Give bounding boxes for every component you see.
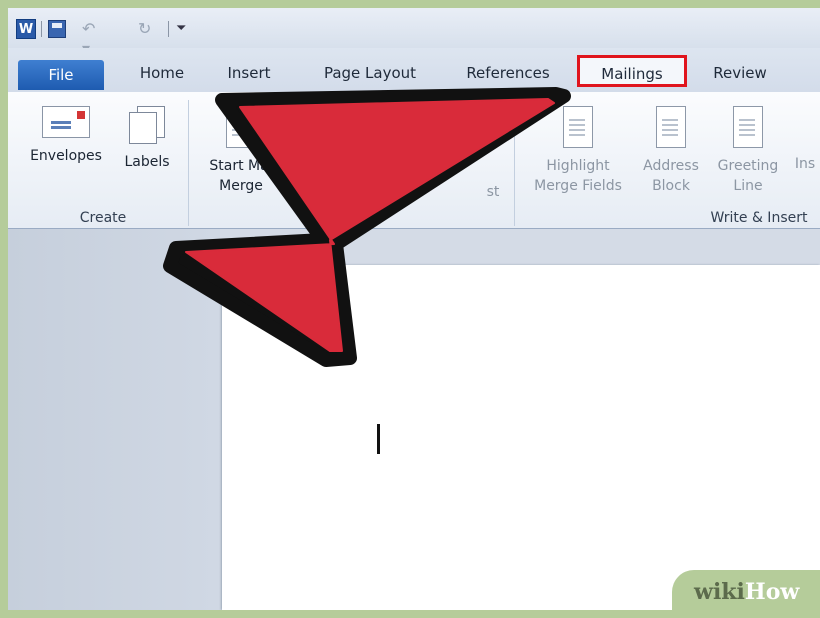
address-label-line1: Address	[643, 158, 699, 174]
start-mail-merge-button[interactable]: Start Mai Merge	[198, 106, 284, 196]
undo-icon[interactable]: ↶ ▾	[82, 19, 108, 58]
word-window: W ↶ ▾ ↻ ⏷ File Home Insert Page Layout R…	[8, 8, 820, 610]
address-block-icon	[656, 106, 686, 148]
address-block-button[interactable]: Address Block	[636, 106, 706, 196]
write-insert-group-label: Write & Insert	[710, 210, 808, 226]
start-mail-merge-label-line2: Merge	[219, 178, 263, 194]
recipient-list-partial-label: st	[486, 184, 500, 200]
ribbon: Envelopes Labels Create Start Mai Merge …	[8, 92, 820, 229]
tab-insert[interactable]: Insert	[220, 61, 278, 85]
insert-merge-field-partial-label[interactable]: Ins	[790, 154, 820, 174]
highlight-merge-fields-button[interactable]: Highlight Merge Fields	[520, 106, 636, 196]
labels-icon	[129, 106, 165, 144]
highlight-merge-fields-icon	[563, 106, 593, 148]
tab-references[interactable]: References	[458, 61, 558, 85]
group-separator	[188, 100, 189, 226]
create-group-label: Create	[79, 210, 127, 226]
greeting-label-line2: Line	[733, 178, 763, 194]
tab-home[interactable]: Home	[130, 61, 194, 85]
greeting-label-line1: Greeting	[717, 158, 779, 174]
tab-review[interactable]: Review	[704, 61, 776, 85]
wikihow-watermark: wikiHow	[672, 570, 820, 610]
watermark-wiki: wiki	[694, 579, 745, 605]
tab-file[interactable]: File	[18, 60, 104, 90]
labels-button[interactable]: Labels	[118, 106, 176, 172]
watermark-how: How	[744, 579, 800, 605]
greeting-line-button[interactable]: Greeting Line	[710, 106, 786, 196]
labels-label: Labels	[124, 154, 170, 170]
highlight-label-line1: Highlight	[546, 158, 610, 174]
envelopes-label: Envelopes	[30, 148, 102, 164]
redo-icon[interactable]: ↻	[138, 19, 156, 39]
group-separator	[514, 100, 515, 226]
text-cursor	[377, 424, 380, 454]
tab-mailings[interactable]: Mailings	[577, 55, 687, 87]
address-label-line2: Block	[652, 178, 690, 194]
ribbon-tabs: File Home Insert Page Layout References …	[8, 48, 820, 92]
envelopes-button[interactable]: Envelopes	[26, 106, 106, 166]
document-workspace	[8, 229, 820, 610]
navigation-margin	[8, 229, 220, 610]
qat-separator	[168, 21, 169, 37]
highlight-label-line2: Merge Fields	[534, 178, 622, 194]
document-page[interactable]	[222, 265, 820, 610]
quick-access-toolbar: W ↶ ▾ ↻ ⏷	[8, 8, 820, 58]
greeting-line-icon	[733, 106, 763, 148]
word-logo-icon[interactable]: W	[16, 19, 36, 39]
envelope-icon	[42, 106, 90, 138]
start-mail-merge-icon	[226, 106, 256, 148]
qat-separator	[41, 21, 42, 37]
customize-menu-icon[interactable]: ⏷	[176, 19, 192, 39]
save-icon[interactable]	[48, 20, 66, 38]
tab-page-layout[interactable]: Page Layout	[310, 61, 430, 85]
start-mail-merge-label-line1: Start Mai	[209, 158, 273, 174]
